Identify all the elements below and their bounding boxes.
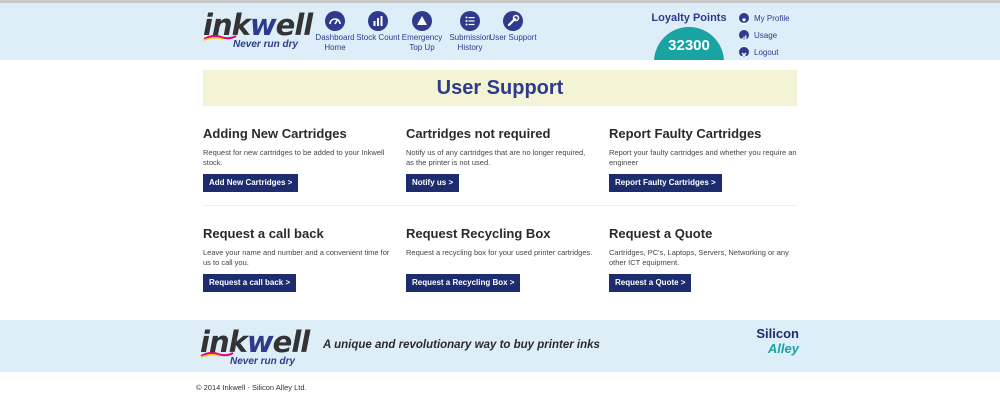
copyright-text: © 2014 Inkwell - Silicon Alley Ltd. — [196, 383, 307, 392]
usage-icon — [739, 30, 749, 41]
nav-emergency-top-up[interactable]: Emergency Top Up — [398, 11, 446, 53]
card-title: Request a Quote — [609, 226, 713, 241]
card-title: Report Faulty Cartridges — [609, 126, 762, 141]
page-title-banner: User Support — [203, 70, 797, 106]
header: inkwell Never run dry Dashboard Home Sto… — [0, 3, 1000, 60]
card-report-faulty-cartridges: Report Faulty Cartridges Report your fau… — [609, 126, 797, 192]
nav-stock-count[interactable]: Stock Count — [354, 11, 402, 43]
nav-label: Submission History — [449, 33, 491, 52]
nav-dashboard-home[interactable]: Dashboard Home — [311, 11, 359, 53]
card-request-call-back: Request a call back Leave your name and … — [203, 226, 391, 292]
card-title: Cartridges not required — [406, 126, 551, 141]
card-description: Notify us of any cartridges that are no … — [406, 148, 586, 167]
card-title: Request a call back — [203, 226, 324, 241]
logo-tagline: Never run dry — [230, 356, 296, 367]
card-description: Cartridges, PC's, Laptops, Servers, Netw… — [609, 248, 789, 267]
request-call-back-button[interactable]: Request a call back > — [203, 274, 297, 292]
nav-label: Stock Count — [356, 33, 400, 42]
loyalty-points-title: Loyalty Points — [651, 12, 727, 24]
nav-user-support[interactable]: User Support — [489, 11, 537, 43]
card-request-recycling-box: Request Recycling Box Request a recyclin… — [406, 226, 594, 292]
request-recycling-box-button[interactable]: Request a Recycling Box > — [406, 274, 521, 292]
card-description: Report your faulty cartridges and whethe… — [609, 148, 797, 167]
footer-tagline: A unique and revolutionary way to buy pr… — [323, 339, 600, 351]
card-description: Request for new cartridges to be added t… — [203, 148, 385, 167]
request-quote-button[interactable]: Request a Quote > — [609, 274, 692, 292]
card-cartridges-not-required: Cartridges not required Notify us of any… — [406, 126, 594, 192]
add-new-cartridges-button[interactable]: Add New Cartridges > — [203, 174, 299, 192]
card-description: Leave your name and number and a conveni… — [203, 248, 390, 267]
inkwell-logo[interactable]: inkwell Never run dry — [203, 9, 313, 55]
footer-inkwell-logo[interactable]: inkwell Never run dry — [200, 326, 310, 372]
section-divider — [203, 205, 797, 206]
card-title: Request Recycling Box — [406, 226, 551, 241]
card-adding-new-cartridges: Adding New Cartridges Request for new ca… — [203, 126, 391, 192]
partner-line-2: Alley — [767, 341, 799, 356]
silicon-alley-logo[interactable]: Silicon Alley — [751, 327, 799, 357]
logout-link[interactable]: Logout — [739, 44, 790, 60]
my-profile-link[interactable]: My Profile — [739, 10, 790, 26]
dashboard-icon — [325, 11, 345, 31]
up-arrow-icon — [412, 11, 432, 31]
nav-label: Emergency Top Up — [401, 33, 443, 52]
list-icon — [460, 11, 480, 31]
loyalty-points-value: 32300 — [668, 37, 710, 54]
logo-word: inkwell — [203, 8, 313, 42]
logout-icon — [739, 47, 749, 58]
page-title: User Support — [436, 77, 564, 99]
logo-word: inkwell — [200, 325, 310, 359]
wrench-icon — [503, 11, 523, 31]
usage-link[interactable]: Usage — [739, 27, 790, 43]
report-faulty-cartridges-button[interactable]: Report Faulty Cartridges > — [609, 174, 722, 192]
user-menu-label: Usage — [754, 30, 778, 40]
partner-line-1: Silicon — [756, 326, 799, 341]
card-request-quote: Request a Quote Cartridges, PC's, Laptop… — [609, 226, 797, 292]
user-menu-label: Logout — [754, 47, 779, 57]
footer: inkwell Never run dry A unique and revol… — [0, 320, 1000, 372]
nav-label: User Support — [489, 33, 537, 42]
user-menu: My Profile Usage Logout — [739, 10, 790, 60]
card-description: Request a recycling box for your used pr… — [406, 248, 593, 257]
nav-label: Dashboard Home — [315, 33, 355, 52]
notify-us-button[interactable]: Notify us > — [406, 174, 460, 192]
logo-tagline: Never run dry — [233, 39, 299, 50]
profile-icon — [739, 13, 749, 25]
nav-submission-history[interactable]: Submission History — [446, 11, 494, 53]
bar-chart-icon — [368, 11, 388, 31]
card-title: Adding New Cartridges — [203, 126, 347, 141]
user-menu-label: My Profile — [754, 13, 790, 23]
